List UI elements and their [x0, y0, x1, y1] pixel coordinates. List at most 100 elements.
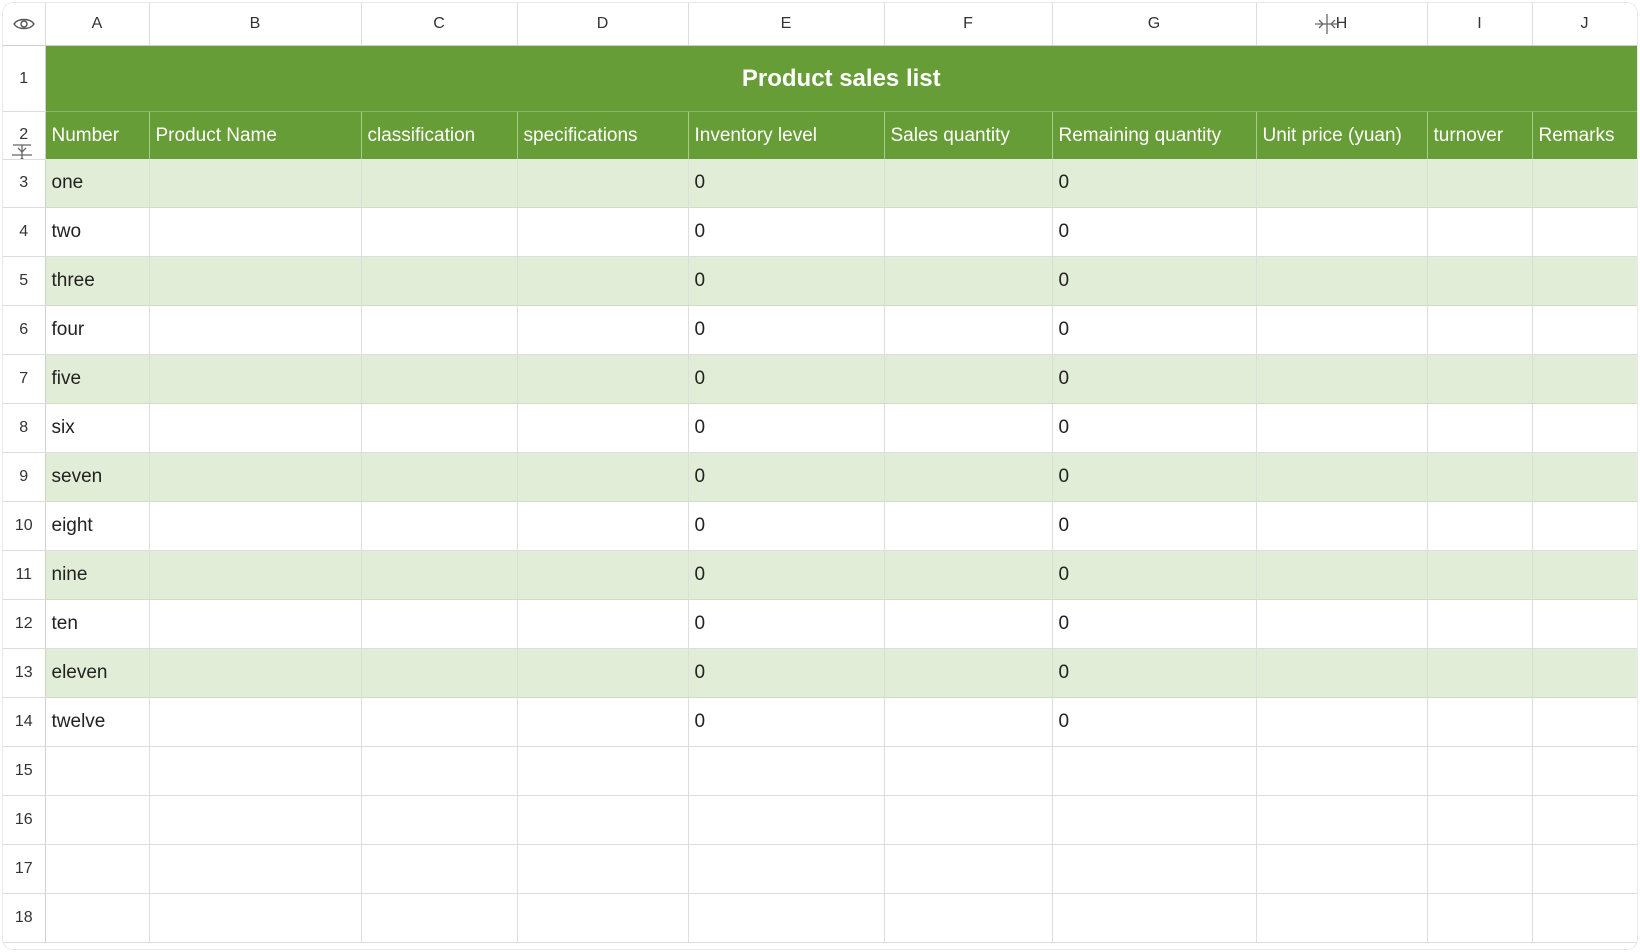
- cell-product-name[interactable]: [149, 256, 362, 306]
- row-header-8[interactable]: 8: [3, 403, 46, 453]
- cell-classification[interactable]: [361, 501, 518, 551]
- cell-classification[interactable]: [361, 844, 518, 894]
- column-header-i[interactable]: I: [1427, 3, 1533, 46]
- cell-remarks[interactable]: [1532, 697, 1637, 747]
- cell-product-name[interactable]: [149, 305, 362, 355]
- cell-unit-price[interactable]: [1256, 501, 1428, 551]
- cell-number[interactable]: four: [45, 305, 150, 355]
- header-cell-remarks[interactable]: Remarks: [1532, 111, 1637, 159]
- cell-number[interactable]: five: [45, 354, 150, 404]
- cell-classification[interactable]: [361, 354, 518, 404]
- cell-unit-price[interactable]: [1256, 207, 1428, 257]
- cell-classification[interactable]: [361, 305, 518, 355]
- row-header-10[interactable]: 10: [3, 501, 46, 551]
- column-header-j[interactable]: J: [1532, 3, 1637, 46]
- cell-remarks[interactable]: [1532, 550, 1637, 600]
- row-header-7[interactable]: 7: [3, 354, 46, 404]
- cell-sales-quantity[interactable]: [884, 403, 1053, 453]
- cell-classification[interactable]: [361, 550, 518, 600]
- cell-number[interactable]: twelve: [45, 697, 150, 747]
- column-header-g[interactable]: G: [1052, 3, 1257, 46]
- column-header-a[interactable]: A: [45, 3, 150, 46]
- cell-classification[interactable]: [361, 256, 518, 306]
- cell-remaining-quantity[interactable]: 0: [1052, 403, 1257, 453]
- cell-product-name[interactable]: [149, 403, 362, 453]
- cell-inventory-level[interactable]: 0: [688, 648, 885, 698]
- cell-remaining-quantity[interactable]: 0: [1052, 697, 1257, 747]
- cell-inventory-level[interactable]: 0: [688, 256, 885, 306]
- column-header-b[interactable]: B: [149, 3, 362, 46]
- cell-sales-quantity[interactable]: [884, 795, 1053, 845]
- cell-inventory-level[interactable]: [688, 893, 885, 943]
- cell-remaining-quantity[interactable]: 0: [1052, 550, 1257, 600]
- header-cell-specifications[interactable]: specifications: [517, 111, 689, 159]
- cell-unit-price[interactable]: [1256, 746, 1428, 796]
- cell-remaining-quantity[interactable]: 0: [1052, 159, 1257, 208]
- cell-inventory-level[interactable]: [688, 795, 885, 845]
- cell-remaining-quantity[interactable]: 0: [1052, 452, 1257, 502]
- column-header-c[interactable]: C: [361, 3, 518, 46]
- cell-number[interactable]: [45, 795, 150, 845]
- cell-inventory-level[interactable]: 0: [688, 697, 885, 747]
- cell-specifications[interactable]: [517, 795, 689, 845]
- cell-inventory-level[interactable]: 0: [688, 501, 885, 551]
- cell-sales-quantity[interactable]: [884, 550, 1053, 600]
- cell-product-name[interactable]: [149, 550, 362, 600]
- cell-unit-price[interactable]: [1256, 795, 1428, 845]
- cell-turnover[interactable]: [1427, 844, 1533, 894]
- header-cell-turnover[interactable]: turnover: [1427, 111, 1533, 159]
- cell-product-name[interactable]: [149, 844, 362, 894]
- cell-inventory-level[interactable]: 0: [688, 354, 885, 404]
- cell-number[interactable]: three: [45, 256, 150, 306]
- cell-classification[interactable]: [361, 207, 518, 257]
- cell-number[interactable]: eleven: [45, 648, 150, 698]
- cell-turnover[interactable]: [1427, 256, 1533, 306]
- row-header-14[interactable]: 14: [3, 697, 46, 747]
- cell-unit-price[interactable]: [1256, 697, 1428, 747]
- cell-product-name[interactable]: [149, 648, 362, 698]
- cell-remarks[interactable]: [1532, 207, 1637, 257]
- cell-sales-quantity[interactable]: [884, 697, 1053, 747]
- cell-product-name[interactable]: [149, 697, 362, 747]
- cell-remarks[interactable]: [1532, 305, 1637, 355]
- column-header-d[interactable]: D: [517, 3, 689, 46]
- cell-specifications[interactable]: [517, 452, 689, 502]
- cell-turnover[interactable]: [1427, 746, 1533, 796]
- row-resize-icon[interactable]: [11, 143, 33, 159]
- cell-sales-quantity[interactable]: [884, 452, 1053, 502]
- cell-classification[interactable]: [361, 599, 518, 649]
- cell-inventory-level[interactable]: 0: [688, 159, 885, 208]
- cell-specifications[interactable]: [517, 746, 689, 796]
- cell-remaining-quantity[interactable]: 0: [1052, 256, 1257, 306]
- cell-remaining-quantity[interactable]: 0: [1052, 501, 1257, 551]
- cell-remaining-quantity[interactable]: 0: [1052, 599, 1257, 649]
- cell-number[interactable]: [45, 844, 150, 894]
- cell-product-name[interactable]: [149, 795, 362, 845]
- cell-number[interactable]: [45, 746, 150, 796]
- cell-unit-price[interactable]: [1256, 305, 1428, 355]
- cell-specifications[interactable]: [517, 648, 689, 698]
- cell-sales-quantity[interactable]: [884, 256, 1053, 306]
- cell-unit-price[interactable]: [1256, 599, 1428, 649]
- cell-unit-price[interactable]: [1256, 256, 1428, 306]
- cell-classification[interactable]: [361, 893, 518, 943]
- column-header-e[interactable]: E: [688, 3, 885, 46]
- header-cell-number[interactable]: Number: [45, 111, 150, 159]
- cell-number[interactable]: [45, 893, 150, 943]
- cell-unit-price[interactable]: [1256, 648, 1428, 698]
- cell-number[interactable]: seven: [45, 452, 150, 502]
- sheet-title[interactable]: Product sales list: [45, 45, 1637, 112]
- cell-inventory-level[interactable]: [688, 844, 885, 894]
- cell-number[interactable]: nine: [45, 550, 150, 600]
- cell-sales-quantity[interactable]: [884, 354, 1053, 404]
- cell-remarks[interactable]: [1532, 403, 1637, 453]
- row-header-15[interactable]: 15: [3, 746, 46, 796]
- cell-unit-price[interactable]: [1256, 893, 1428, 943]
- cell-turnover[interactable]: [1427, 697, 1533, 747]
- cell-inventory-level[interactable]: 0: [688, 207, 885, 257]
- column-resize-icon[interactable]: [1314, 13, 1340, 40]
- cell-turnover[interactable]: [1427, 893, 1533, 943]
- header-cell-sales-quantity[interactable]: Sales quantity: [884, 111, 1053, 159]
- cell-product-name[interactable]: [149, 599, 362, 649]
- cell-sales-quantity[interactable]: [884, 501, 1053, 551]
